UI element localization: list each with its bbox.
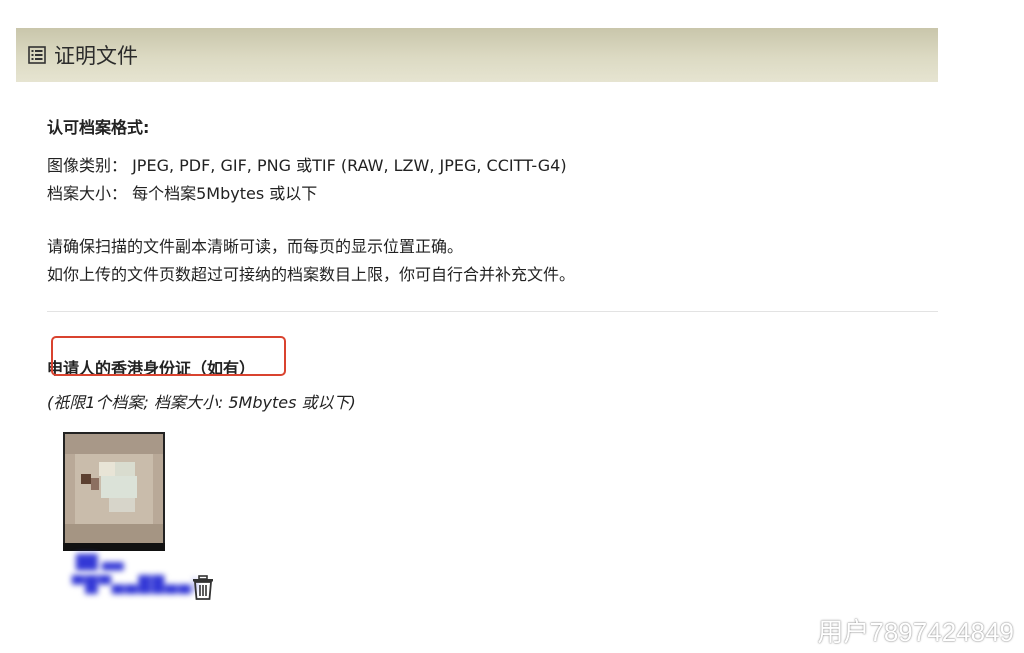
file-name-link[interactable]: ▀█▀▄▄██▄▄) bbox=[72, 575, 199, 594]
list-icon bbox=[28, 46, 46, 64]
section-title: 证明文件 bbox=[54, 44, 138, 68]
watermark: 用户7897424849 bbox=[779, 612, 1014, 649]
section-header: 证明文件 bbox=[16, 28, 938, 82]
file-size-text: 档案大小： 每个档案5Mbytes 或以下 bbox=[47, 184, 318, 203]
highlight-box bbox=[51, 336, 286, 376]
notice-text-1: 请确保扫描的文件副本清晰可读，而每页的显示位置正确。 bbox=[47, 237, 464, 256]
weibo-icon bbox=[779, 617, 813, 645]
document-thumbnail[interactable] bbox=[63, 432, 165, 550]
file-name-link[interactable]: ██ ▄▄ bbox=[76, 555, 124, 571]
divider bbox=[47, 311, 938, 312]
trash-icon[interactable] bbox=[191, 575, 215, 601]
hkid-note: (祇限1个档案; 档案大小: 5Mbytes 或以下) bbox=[47, 393, 356, 412]
image-types-text: 图像类别： JPEG, PDF, GIF, PNG 或TIF (RAW, LZW… bbox=[47, 156, 567, 175]
thumbnail-shadow bbox=[63, 543, 165, 551]
notice-text-2: 如你上传的文件页数超过可接纳的档案数目上限，你可自行合并补充文件。 bbox=[47, 265, 576, 284]
formats-title: 认可档案格式: bbox=[47, 118, 150, 137]
watermark-text: 用户7897424849 bbox=[817, 617, 1014, 647]
